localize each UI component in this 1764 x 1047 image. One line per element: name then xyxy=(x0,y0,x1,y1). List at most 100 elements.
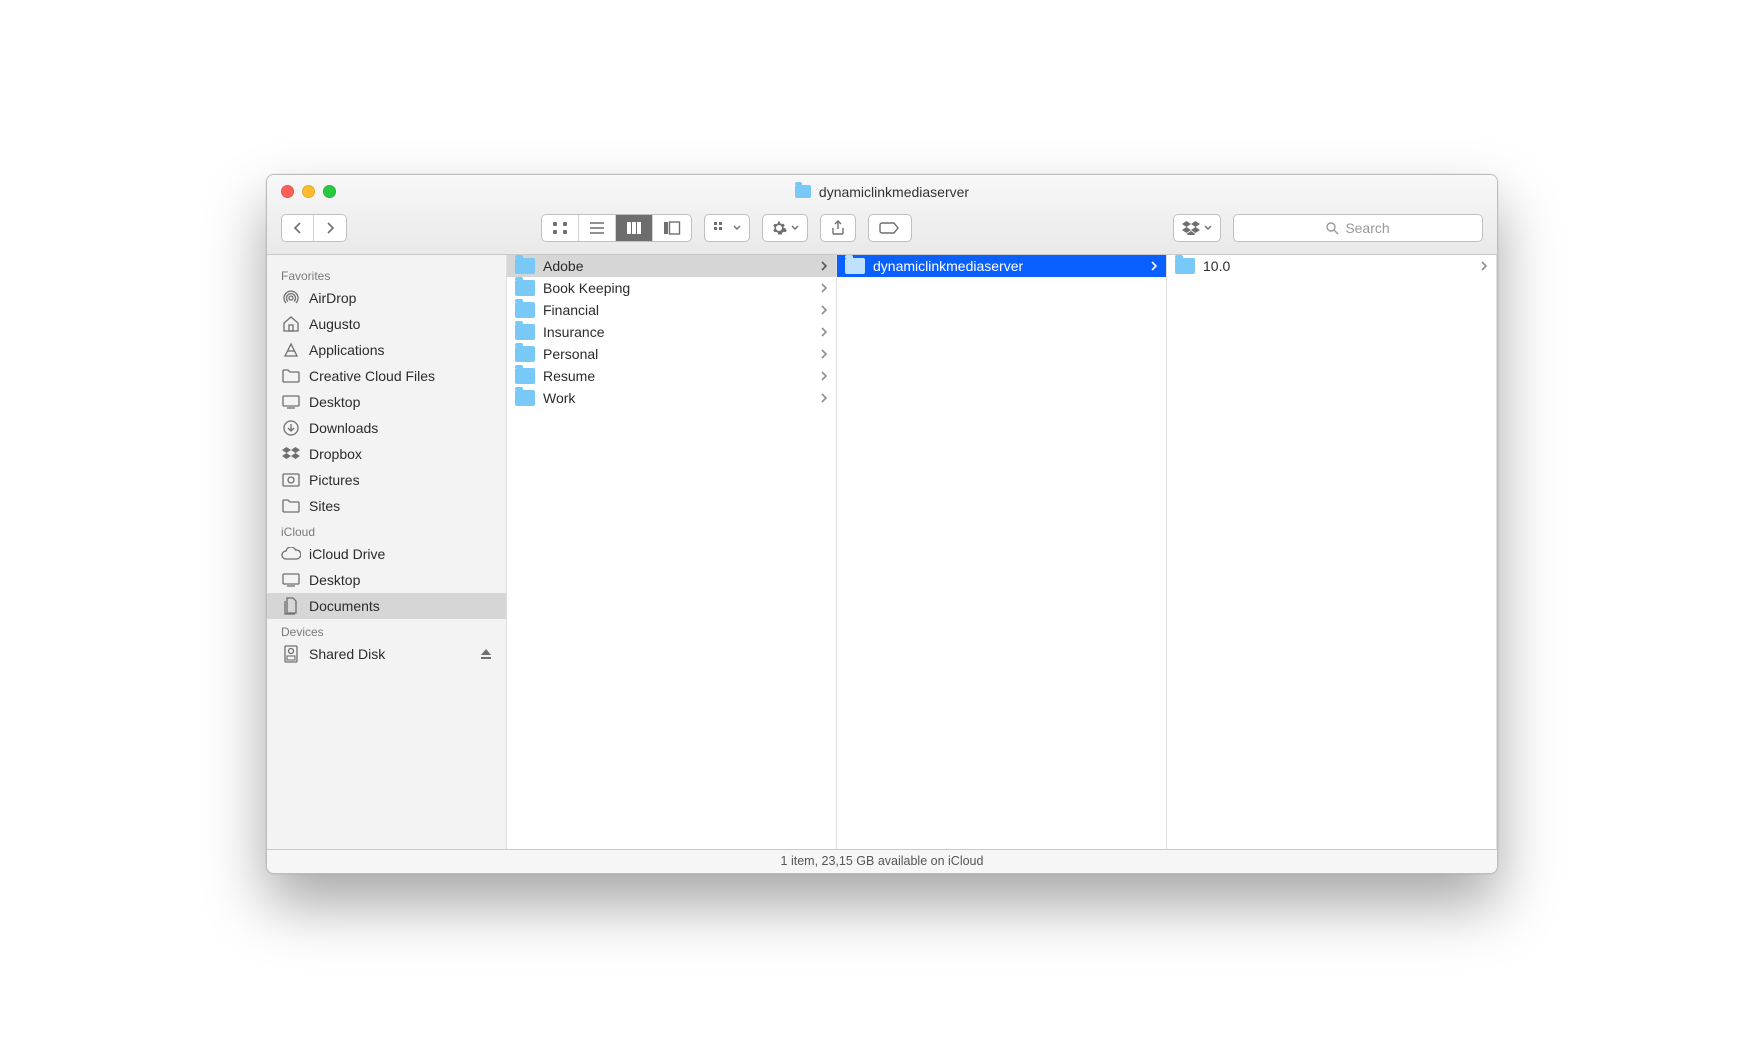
sidebar-item-desktop[interactable]: Desktop xyxy=(267,567,506,593)
folder-icon xyxy=(281,497,301,515)
column-0[interactable]: Adobe Book Keeping Financial Insurance Perso… xyxy=(507,255,837,849)
sidebar-item-pictures[interactable]: Pictures xyxy=(267,467,506,493)
toolbar: Search xyxy=(267,203,1497,254)
sidebar-item-downloads[interactable]: Downloads xyxy=(267,415,506,441)
folder-icon xyxy=(515,346,535,362)
dropbox-button[interactable] xyxy=(1173,214,1221,242)
column-2[interactable]: 10.0 xyxy=(1167,255,1497,849)
sidebar-item-label: AirDrop xyxy=(309,290,356,306)
zoom-icon[interactable] xyxy=(323,185,336,198)
sidebar-item-dropbox[interactable]: Dropbox xyxy=(267,441,506,467)
sidebar-item-label: Desktop xyxy=(309,394,360,410)
file-row[interactable]: dynamiclinkmediaserver xyxy=(837,255,1166,277)
sidebar-item-airdrop[interactable]: AirDrop xyxy=(267,285,506,311)
folder-icon xyxy=(515,390,535,406)
finder-window: dynamiclinkmediaserver xyxy=(266,174,1498,874)
folder-icon xyxy=(1175,258,1195,274)
sidebar-item-augusto[interactable]: Augusto xyxy=(267,311,506,337)
title-row: dynamiclinkmediaserver xyxy=(267,175,1497,203)
file-row[interactable]: Personal xyxy=(507,343,836,365)
list-view-button[interactable] xyxy=(579,215,616,241)
file-label: 10.0 xyxy=(1203,258,1230,274)
sidebar-item-label: Sites xyxy=(309,498,340,514)
sidebar-group-title: Devices xyxy=(267,619,506,641)
desktop-icon xyxy=(281,571,301,589)
sidebar-group-title: Favorites xyxy=(267,263,506,285)
sidebar-item-applications[interactable]: Applications xyxy=(267,337,506,363)
minimize-icon[interactable] xyxy=(302,185,315,198)
file-label: Personal xyxy=(543,346,598,362)
chevron-right-icon xyxy=(1151,261,1158,271)
column-view-button[interactable] xyxy=(616,215,653,241)
eject-icon[interactable] xyxy=(480,648,492,660)
file-label: Insurance xyxy=(543,324,604,340)
sidebar-group-title: iCloud xyxy=(267,519,506,541)
view-switcher xyxy=(541,214,692,242)
share-button[interactable] xyxy=(820,214,856,242)
file-label: Work xyxy=(543,390,575,406)
chevron-right-icon xyxy=(821,283,828,293)
window-title-text: dynamiclinkmediaserver xyxy=(819,184,969,200)
file-row[interactable]: Resume xyxy=(507,365,836,387)
file-row[interactable]: Book Keeping xyxy=(507,277,836,299)
folder-icon xyxy=(515,258,535,274)
file-label: Financial xyxy=(543,302,599,318)
documents-icon xyxy=(281,597,301,615)
status-bar: 1 item, 23,15 GB available on iCloud xyxy=(267,849,1497,873)
sidebar-item-label: Pictures xyxy=(309,472,360,488)
sidebar-item-creative-cloud-files[interactable]: Creative Cloud Files xyxy=(267,363,506,389)
finder-body: Favorites AirDrop Augusto Applications Creat… xyxy=(267,255,1497,849)
column-1[interactable]: dynamiclinkmediaserver xyxy=(837,255,1167,849)
disk-icon xyxy=(281,645,301,663)
chevron-right-icon xyxy=(1481,261,1488,271)
status-text: 1 item, 23,15 GB available on iCloud xyxy=(781,854,984,868)
column-view: Adobe Book Keeping Financial Insurance Perso… xyxy=(507,255,1497,849)
icon-view-button[interactable] xyxy=(542,215,579,241)
file-row[interactable]: Financial xyxy=(507,299,836,321)
pictures-icon xyxy=(281,471,301,489)
sidebar-item-label: Applications xyxy=(309,342,385,358)
tags-button[interactable] xyxy=(868,214,912,242)
forward-button[interactable] xyxy=(314,215,346,241)
back-button[interactable] xyxy=(282,215,314,241)
close-icon[interactable] xyxy=(281,185,294,198)
titlebar: dynamiclinkmediaserver xyxy=(267,175,1497,255)
sidebar-item-documents[interactable]: Documents xyxy=(267,593,506,619)
search-field[interactable]: Search xyxy=(1233,214,1483,242)
folder-icon xyxy=(515,324,535,340)
file-row[interactable]: Adobe xyxy=(507,255,836,277)
traffic-lights xyxy=(281,185,336,198)
chevron-right-icon xyxy=(821,305,828,315)
arrange-button[interactable] xyxy=(704,214,750,242)
home-icon xyxy=(281,315,301,333)
sidebar-item-label: Augusto xyxy=(309,316,360,332)
chevron-right-icon xyxy=(821,371,828,381)
window-title: dynamiclinkmediaserver xyxy=(795,184,969,200)
sidebar-item-label: Shared Disk xyxy=(309,646,385,662)
sidebar-item-icloud-drive[interactable]: iCloud Drive xyxy=(267,541,506,567)
chevron-right-icon xyxy=(821,393,828,403)
airdrop-icon xyxy=(281,289,301,307)
dropbox-icon xyxy=(281,445,301,463)
file-label: dynamiclinkmediaserver xyxy=(873,258,1023,274)
sidebar-item-label: Downloads xyxy=(309,420,378,436)
folder-icon xyxy=(281,367,301,385)
gallery-view-button[interactable] xyxy=(653,215,691,241)
sidebar-item-desktop[interactable]: Desktop xyxy=(267,389,506,415)
folder-icon xyxy=(515,280,535,296)
file-row[interactable]: Work xyxy=(507,387,836,409)
sidebar-item-sites[interactable]: Sites xyxy=(267,493,506,519)
file-label: Book Keeping xyxy=(543,280,630,296)
file-row[interactable]: Insurance xyxy=(507,321,836,343)
file-label: Resume xyxy=(543,368,595,384)
action-button[interactable] xyxy=(762,214,808,242)
sidebar: Favorites AirDrop Augusto Applications Creat… xyxy=(267,255,507,849)
sidebar-item-shared-disk[interactable]: Shared Disk xyxy=(267,641,506,667)
search-icon xyxy=(1326,222,1339,235)
downloads-icon xyxy=(281,419,301,437)
sidebar-item-label: iCloud Drive xyxy=(309,546,385,562)
folder-icon xyxy=(795,185,811,198)
desktop-icon xyxy=(281,393,301,411)
sidebar-item-label: Creative Cloud Files xyxy=(309,368,435,384)
file-row[interactable]: 10.0 xyxy=(1167,255,1496,277)
